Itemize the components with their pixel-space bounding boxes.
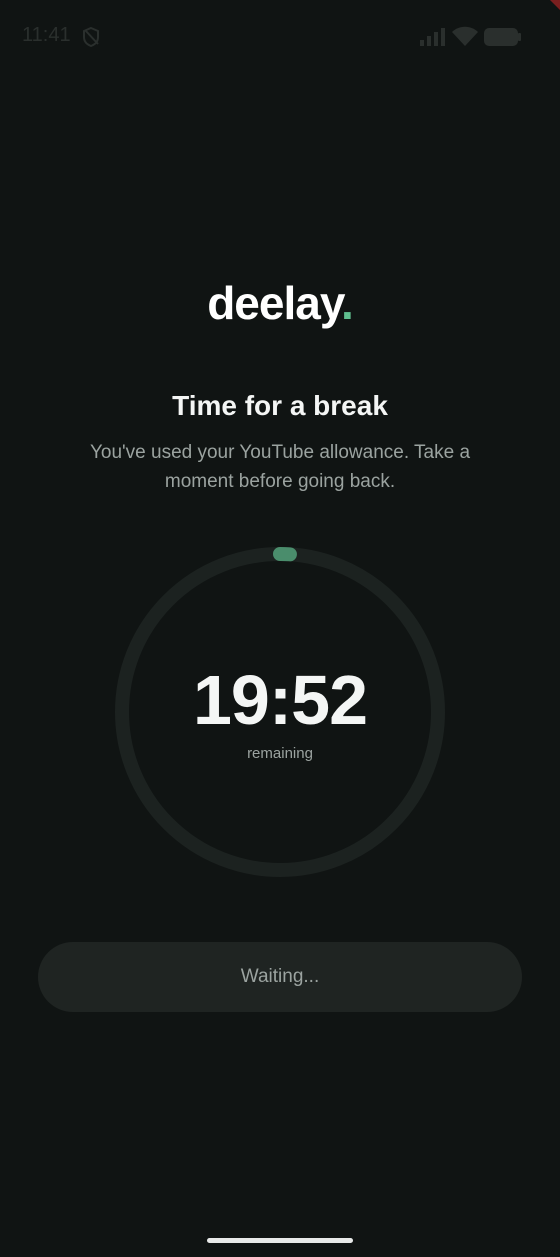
shield-icon [83,26,99,48]
status-time: 11:41 [22,24,71,46]
break-screen: 11:41 deelay. Time for a break You've us… [0,0,560,1257]
signal-icon [420,28,445,46]
status-bar: 11:41 [0,0,560,72]
waiting-button[interactable]: Waiting... [38,942,522,1012]
page-subtitle: You've used your YouTube allowance. Take… [89,442,471,492]
waiting-button-label: Waiting... [240,966,320,987]
timer-caption: remaining [247,745,313,762]
corner-mark [550,0,560,10]
battery-icon [484,28,521,46]
page-title: Time for a break [172,390,388,421]
brand-dot: . [341,277,354,329]
timer-value: 19:52 [192,661,368,739]
brand-name: deelay [207,277,342,329]
brand-logo: deelay. [0,276,560,330]
home-indicator[interactable] [207,1238,353,1243]
wifi-icon [452,26,478,46]
